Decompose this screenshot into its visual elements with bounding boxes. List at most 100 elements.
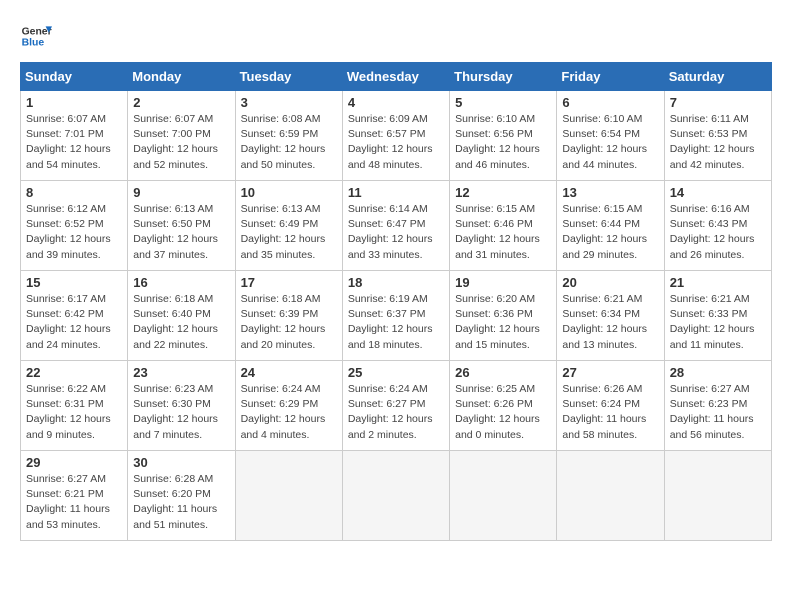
header-sunday: Sunday — [21, 63, 128, 91]
day-number: 28 — [670, 365, 766, 380]
day-number: 21 — [670, 275, 766, 290]
calendar-day-cell: 15 Sunrise: 6:17 AMSunset: 6:42 PMDaylig… — [21, 271, 128, 361]
day-number: 29 — [26, 455, 122, 470]
day-number: 11 — [348, 185, 444, 200]
calendar-day-cell: 29 Sunrise: 6:27 AMSunset: 6:21 PMDaylig… — [21, 451, 128, 541]
calendar-day-cell: 16 Sunrise: 6:18 AMSunset: 6:40 PMDaylig… — [128, 271, 235, 361]
day-info: Sunrise: 6:20 AMSunset: 6:36 PMDaylight:… — [455, 292, 551, 353]
day-info: Sunrise: 6:21 AMSunset: 6:34 PMDaylight:… — [562, 292, 658, 353]
calendar-header-row: SundayMondayTuesdayWednesdayThursdayFrid… — [21, 63, 772, 91]
calendar-day-cell: 9 Sunrise: 6:13 AMSunset: 6:50 PMDayligh… — [128, 181, 235, 271]
calendar-day-cell: 13 Sunrise: 6:15 AMSunset: 6:44 PMDaylig… — [557, 181, 664, 271]
day-info: Sunrise: 6:09 AMSunset: 6:57 PMDaylight:… — [348, 112, 444, 173]
calendar-day-cell: 5 Sunrise: 6:10 AMSunset: 6:56 PMDayligh… — [450, 91, 557, 181]
calendar-day-cell: 24 Sunrise: 6:24 AMSunset: 6:29 PMDaylig… — [235, 361, 342, 451]
day-info: Sunrise: 6:13 AMSunset: 6:50 PMDaylight:… — [133, 202, 229, 263]
calendar-table: SundayMondayTuesdayWednesdayThursdayFrid… — [20, 62, 772, 541]
calendar-day-cell: 20 Sunrise: 6:21 AMSunset: 6:34 PMDaylig… — [557, 271, 664, 361]
calendar-day-cell: 7 Sunrise: 6:11 AMSunset: 6:53 PMDayligh… — [664, 91, 771, 181]
day-info: Sunrise: 6:24 AMSunset: 6:27 PMDaylight:… — [348, 382, 444, 443]
logo: General Blue — [20, 20, 52, 52]
day-number: 17 — [241, 275, 337, 290]
day-number: 18 — [348, 275, 444, 290]
calendar-day-cell: 25 Sunrise: 6:24 AMSunset: 6:27 PMDaylig… — [342, 361, 449, 451]
header-friday: Friday — [557, 63, 664, 91]
calendar-day-cell: 2 Sunrise: 6:07 AMSunset: 7:00 PMDayligh… — [128, 91, 235, 181]
day-info: Sunrise: 6:16 AMSunset: 6:43 PMDaylight:… — [670, 202, 766, 263]
calendar-day-cell — [450, 451, 557, 541]
day-info: Sunrise: 6:25 AMSunset: 6:26 PMDaylight:… — [455, 382, 551, 443]
day-info: Sunrise: 6:23 AMSunset: 6:30 PMDaylight:… — [133, 382, 229, 443]
day-number: 30 — [133, 455, 229, 470]
day-number: 19 — [455, 275, 551, 290]
calendar-day-cell: 10 Sunrise: 6:13 AMSunset: 6:49 PMDaylig… — [235, 181, 342, 271]
calendar-day-cell: 4 Sunrise: 6:09 AMSunset: 6:57 PMDayligh… — [342, 91, 449, 181]
day-info: Sunrise: 6:10 AMSunset: 6:54 PMDaylight:… — [562, 112, 658, 173]
day-number: 15 — [26, 275, 122, 290]
day-number: 9 — [133, 185, 229, 200]
day-number: 3 — [241, 95, 337, 110]
day-info: Sunrise: 6:26 AMSunset: 6:24 PMDaylight:… — [562, 382, 658, 443]
calendar-day-cell: 18 Sunrise: 6:19 AMSunset: 6:37 PMDaylig… — [342, 271, 449, 361]
day-info: Sunrise: 6:11 AMSunset: 6:53 PMDaylight:… — [670, 112, 766, 173]
calendar-day-cell: 30 Sunrise: 6:28 AMSunset: 6:20 PMDaylig… — [128, 451, 235, 541]
header-wednesday: Wednesday — [342, 63, 449, 91]
day-info: Sunrise: 6:15 AMSunset: 6:44 PMDaylight:… — [562, 202, 658, 263]
calendar-day-cell: 11 Sunrise: 6:14 AMSunset: 6:47 PMDaylig… — [342, 181, 449, 271]
day-info: Sunrise: 6:22 AMSunset: 6:31 PMDaylight:… — [26, 382, 122, 443]
calendar-day-cell: 3 Sunrise: 6:08 AMSunset: 6:59 PMDayligh… — [235, 91, 342, 181]
calendar-day-cell: 28 Sunrise: 6:27 AMSunset: 6:23 PMDaylig… — [664, 361, 771, 451]
day-number: 5 — [455, 95, 551, 110]
header-monday: Monday — [128, 63, 235, 91]
day-number: 23 — [133, 365, 229, 380]
day-info: Sunrise: 6:27 AMSunset: 6:21 PMDaylight:… — [26, 472, 122, 533]
calendar-day-cell: 17 Sunrise: 6:18 AMSunset: 6:39 PMDaylig… — [235, 271, 342, 361]
calendar-week-row: 29 Sunrise: 6:27 AMSunset: 6:21 PMDaylig… — [21, 451, 772, 541]
calendar-day-cell — [664, 451, 771, 541]
calendar-day-cell: 23 Sunrise: 6:23 AMSunset: 6:30 PMDaylig… — [128, 361, 235, 451]
day-number: 12 — [455, 185, 551, 200]
day-number: 27 — [562, 365, 658, 380]
day-number: 13 — [562, 185, 658, 200]
day-number: 2 — [133, 95, 229, 110]
day-number: 22 — [26, 365, 122, 380]
day-info: Sunrise: 6:14 AMSunset: 6:47 PMDaylight:… — [348, 202, 444, 263]
day-info: Sunrise: 6:24 AMSunset: 6:29 PMDaylight:… — [241, 382, 337, 443]
day-info: Sunrise: 6:19 AMSunset: 6:37 PMDaylight:… — [348, 292, 444, 353]
calendar-day-cell: 8 Sunrise: 6:12 AMSunset: 6:52 PMDayligh… — [21, 181, 128, 271]
day-info: Sunrise: 6:21 AMSunset: 6:33 PMDaylight:… — [670, 292, 766, 353]
day-info: Sunrise: 6:18 AMSunset: 6:39 PMDaylight:… — [241, 292, 337, 353]
day-info: Sunrise: 6:13 AMSunset: 6:49 PMDaylight:… — [241, 202, 337, 263]
calendar-day-cell: 21 Sunrise: 6:21 AMSunset: 6:33 PMDaylig… — [664, 271, 771, 361]
header-thursday: Thursday — [450, 63, 557, 91]
calendar-week-row: 8 Sunrise: 6:12 AMSunset: 6:52 PMDayligh… — [21, 181, 772, 271]
header-tuesday: Tuesday — [235, 63, 342, 91]
day-number: 4 — [348, 95, 444, 110]
day-number: 14 — [670, 185, 766, 200]
day-number: 10 — [241, 185, 337, 200]
day-number: 6 — [562, 95, 658, 110]
calendar-day-cell: 1 Sunrise: 6:07 AMSunset: 7:01 PMDayligh… — [21, 91, 128, 181]
header-saturday: Saturday — [664, 63, 771, 91]
day-number: 20 — [562, 275, 658, 290]
calendar-day-cell: 6 Sunrise: 6:10 AMSunset: 6:54 PMDayligh… — [557, 91, 664, 181]
calendar-day-cell: 27 Sunrise: 6:26 AMSunset: 6:24 PMDaylig… — [557, 361, 664, 451]
day-info: Sunrise: 6:18 AMSunset: 6:40 PMDaylight:… — [133, 292, 229, 353]
calendar-week-row: 22 Sunrise: 6:22 AMSunset: 6:31 PMDaylig… — [21, 361, 772, 451]
day-number: 24 — [241, 365, 337, 380]
svg-text:Blue: Blue — [22, 38, 45, 49]
calendar-day-cell — [342, 451, 449, 541]
calendar-day-cell — [235, 451, 342, 541]
calendar-day-cell: 19 Sunrise: 6:20 AMSunset: 6:36 PMDaylig… — [450, 271, 557, 361]
day-number: 25 — [348, 365, 444, 380]
day-info: Sunrise: 6:28 AMSunset: 6:20 PMDaylight:… — [133, 472, 229, 533]
day-info: Sunrise: 6:10 AMSunset: 6:56 PMDaylight:… — [455, 112, 551, 173]
day-info: Sunrise: 6:08 AMSunset: 6:59 PMDaylight:… — [241, 112, 337, 173]
day-number: 16 — [133, 275, 229, 290]
calendar-day-cell — [557, 451, 664, 541]
day-info: Sunrise: 6:07 AMSunset: 7:01 PMDaylight:… — [26, 112, 122, 173]
calendar-week-row: 15 Sunrise: 6:17 AMSunset: 6:42 PMDaylig… — [21, 271, 772, 361]
logo-icon: General Blue — [20, 20, 52, 52]
day-info: Sunrise: 6:27 AMSunset: 6:23 PMDaylight:… — [670, 382, 766, 443]
day-number: 26 — [455, 365, 551, 380]
